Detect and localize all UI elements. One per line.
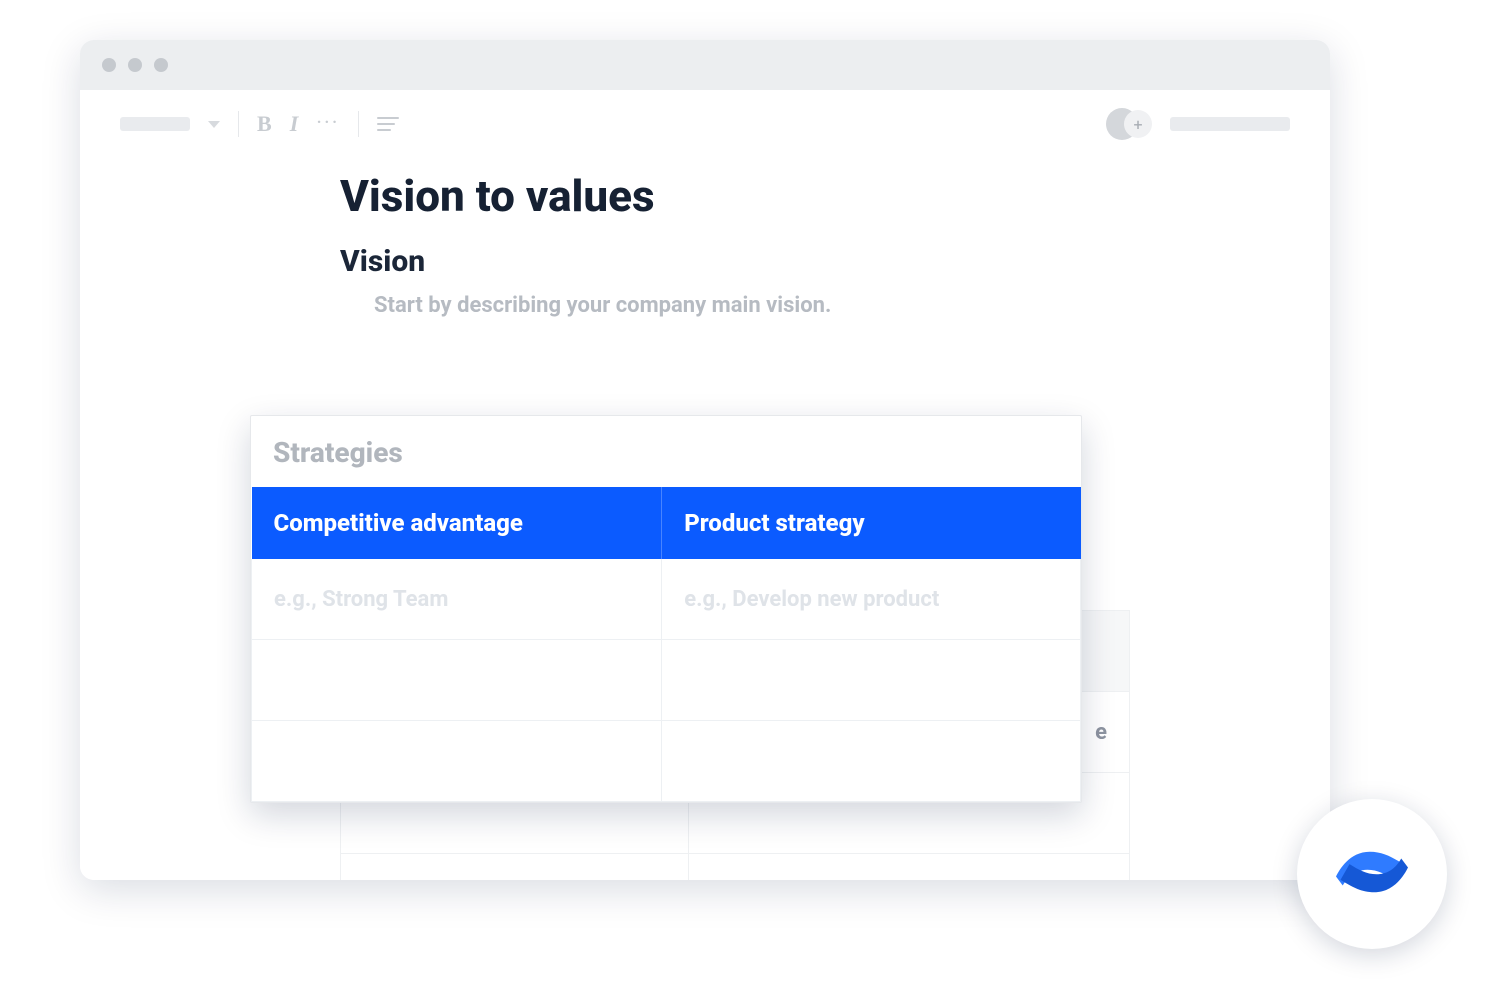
page-title[interactable]: Vision to values [340, 170, 1240, 222]
publish-placeholder[interactable] [1170, 117, 1290, 131]
style-picker-placeholder[interactable] [120, 117, 190, 131]
strategies-cell[interactable]: e.g., Develop new product [662, 559, 1081, 640]
browser-window: B I ··· + Vision to values Vision [80, 40, 1330, 880]
more-formatting-button[interactable]: ··· [316, 113, 339, 135]
bold-button[interactable]: B [257, 111, 272, 137]
confluence-logo-badge [1297, 799, 1447, 949]
traffic-light-dot [128, 58, 142, 72]
section-heading[interactable]: Vision [340, 244, 1240, 279]
browser-chrome [80, 40, 1330, 90]
strategies-card-title: Strategies [251, 416, 1081, 487]
editor-toolbar: B I ··· + [80, 90, 1330, 140]
strategies-cell[interactable]: e.g., Strong Team [252, 559, 662, 640]
vision-placeholder-text[interactable]: Start by describing your company main vi… [374, 293, 1240, 318]
confluence-icon [1336, 836, 1408, 912]
strategies-cell[interactable] [662, 721, 1081, 802]
align-left-icon[interactable] [377, 117, 399, 131]
editor-surface: B I ··· + Vision to values Vision [80, 90, 1330, 880]
italic-button[interactable]: I [290, 111, 299, 137]
strategies-table[interactable]: Competitive advantage Product strategy e… [251, 487, 1081, 802]
strategies-col-header[interactable]: Product strategy [662, 487, 1081, 559]
strategies-card: Strategies Competitive advantage Product… [250, 415, 1082, 803]
bg-table-cell[interactable] [341, 854, 689, 881]
add-user-button[interactable]: + [1124, 110, 1152, 138]
toolbar-divider [358, 111, 359, 137]
traffic-light-dot [102, 58, 116, 72]
strategies-col-header[interactable]: Competitive advantage [252, 487, 662, 559]
document-body[interactable]: Vision to values Vision Start by describ… [80, 140, 1240, 318]
chevron-down-icon[interactable] [208, 121, 220, 128]
traffic-light-dot [154, 58, 168, 72]
strategies-cell[interactable] [662, 640, 1081, 721]
strategies-cell[interactable] [252, 721, 662, 802]
bg-table-cell[interactable] [689, 854, 1130, 881]
toolbar-divider [238, 111, 239, 137]
strategies-cell[interactable] [252, 640, 662, 721]
